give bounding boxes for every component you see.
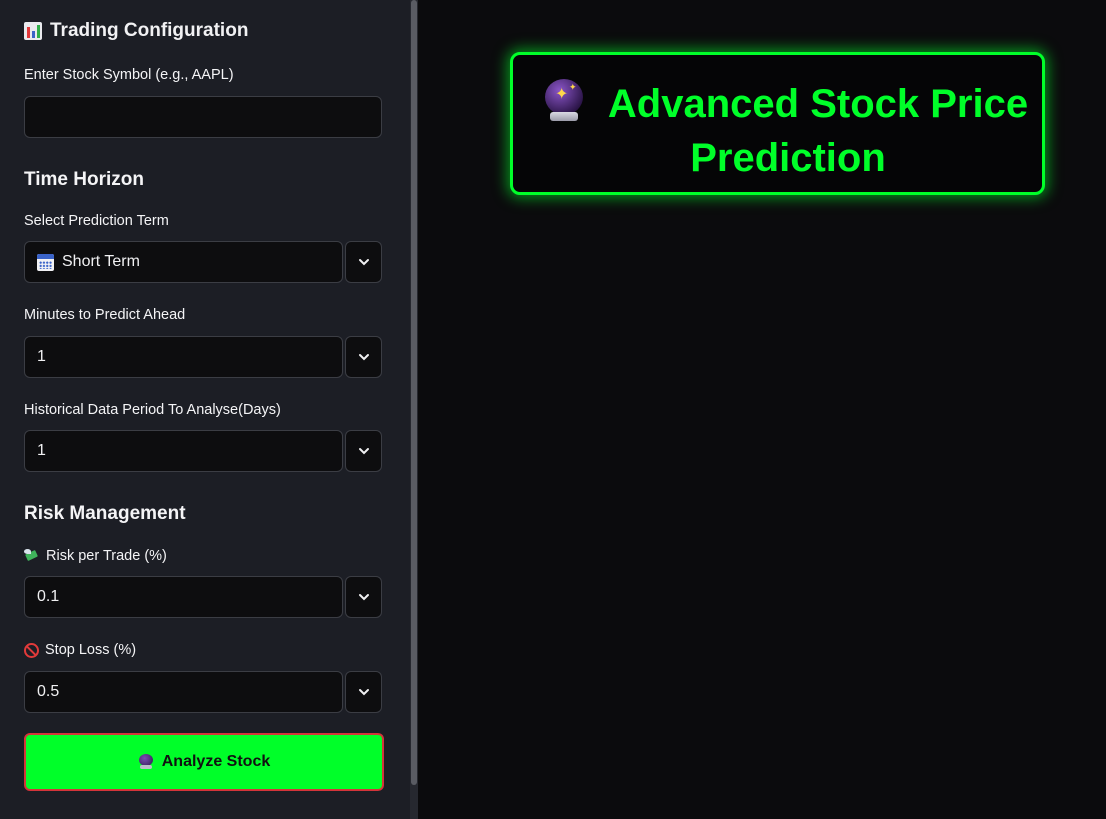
no-entry-icon bbox=[24, 642, 39, 658]
stop-loss-label: Stop Loss (%) bbox=[24, 642, 136, 658]
analyze-stock-label: Analyze Stock bbox=[161, 753, 271, 770]
minutes-ahead-value[interactable]: 1 bbox=[24, 336, 343, 378]
risk-per-trade-label: Risk per Trade (%) bbox=[24, 548, 167, 564]
sidebar-title: Trading Configuration bbox=[24, 20, 248, 42]
stop-loss-text: Stop Loss (%) bbox=[45, 642, 137, 658]
risk-per-trade-value[interactable]: 0.1 bbox=[24, 576, 343, 618]
stop-loss-select[interactable]: 0.5 bbox=[24, 671, 382, 713]
page-title-line2: Prediction bbox=[690, 136, 886, 180]
risk-management-heading: Risk Management bbox=[24, 503, 186, 524]
time-horizon-heading: Time Horizon bbox=[24, 169, 144, 190]
page-title-line1: Advanced Stock Price bbox=[607, 82, 1029, 126]
calendar-icon bbox=[37, 253, 54, 271]
page-title: Advanced Stock Price Prediction bbox=[603, 77, 1033, 185]
history-days-label: Historical Data Period To Analyse(Days) bbox=[24, 402, 281, 418]
chevron-down-icon[interactable] bbox=[345, 671, 382, 713]
risk-per-trade-text: Risk per Trade (%) bbox=[46, 548, 167, 564]
analyze-stock-button[interactable]: Analyze Stock bbox=[24, 733, 384, 791]
chevron-down-icon[interactable] bbox=[345, 241, 382, 283]
minutes-ahead-select[interactable]: 1 bbox=[24, 336, 382, 378]
symbol-input[interactable] bbox=[24, 96, 382, 138]
symbol-field[interactable] bbox=[24, 96, 382, 138]
chevron-down-icon[interactable] bbox=[345, 430, 382, 472]
history-days-select[interactable]: 1 bbox=[24, 430, 382, 472]
chevron-down-icon[interactable] bbox=[345, 336, 382, 378]
bar-chart-icon bbox=[24, 22, 42, 40]
chevron-down-icon[interactable] bbox=[345, 576, 382, 618]
sidebar-scrollbar-thumb[interactable] bbox=[411, 0, 417, 785]
sidebar: Trading Configuration Enter Stock Symbol… bbox=[0, 0, 410, 819]
money-wings-icon bbox=[24, 549, 40, 563]
prediction-term-value: Short Term bbox=[62, 253, 140, 270]
risk-per-trade-select[interactable]: 0.1 bbox=[24, 576, 382, 618]
minutes-ahead-label: Minutes to Predict Ahead bbox=[24, 307, 186, 323]
crystal-ball-icon bbox=[138, 754, 154, 770]
prediction-term-label: Select Prediction Term bbox=[24, 213, 169, 229]
prediction-term-select[interactable]: Short Term bbox=[24, 241, 382, 283]
crystal-ball-icon: ✦ ✦ bbox=[543, 79, 585, 123]
stop-loss-value[interactable]: 0.5 bbox=[24, 671, 343, 713]
sidebar-title-text: Trading Configuration bbox=[50, 20, 249, 41]
prediction-term-value-box[interactable]: Short Term bbox=[24, 241, 343, 283]
symbol-label: Enter Stock Symbol (e.g., AAPL) bbox=[24, 67, 234, 83]
history-days-value[interactable]: 1 bbox=[24, 430, 343, 472]
title-card: ✦ ✦ Advanced Stock Price Prediction bbox=[510, 52, 1045, 195]
